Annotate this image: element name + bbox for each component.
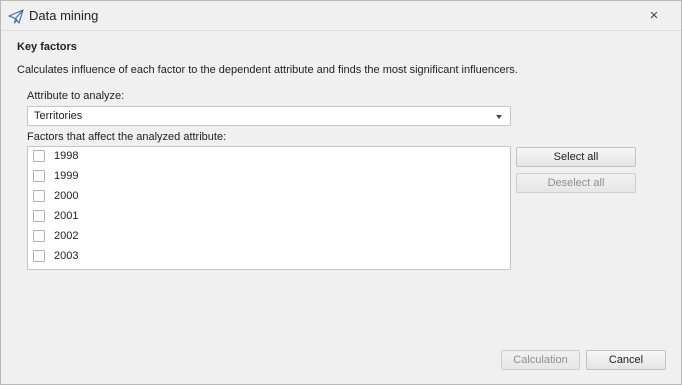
factor-label: 2002 — [54, 230, 79, 242]
chevron-down-icon[interactable] — [496, 115, 502, 119]
factor-label: 1999 — [54, 170, 79, 182]
close-icon[interactable]: × — [645, 7, 663, 25]
factor-item[interactable]: 2002 — [28, 227, 510, 247]
attribute-select-value: Territories — [34, 110, 83, 122]
factor-list: 1998 1999 2000 2001 2002 2003 — [27, 146, 511, 270]
factor-label: 1998 — [54, 150, 79, 162]
factor-checkbox[interactable] — [33, 150, 45, 162]
factor-label: 2001 — [54, 210, 79, 222]
deselect-all-button[interactable]: Deselect all — [516, 173, 636, 193]
factor-label: 2003 — [54, 250, 79, 262]
factor-checkbox[interactable] — [33, 250, 45, 262]
section-description: Calculates influence of each factor to t… — [17, 64, 518, 76]
window-title: Data mining — [29, 8, 99, 23]
calculation-button[interactable]: Calculation — [501, 350, 580, 370]
factor-checkbox[interactable] — [33, 210, 45, 222]
select-all-button[interactable]: Select all — [516, 147, 636, 167]
title-bar: Data mining × — [1, 1, 681, 31]
data-mining-dialog: Data mining × Key factors Calculates inf… — [0, 0, 682, 385]
attribute-select[interactable]: Territories — [27, 106, 511, 126]
section-title: Key factors — [17, 41, 77, 53]
factor-item[interactable]: 2001 — [28, 207, 510, 227]
factor-item[interactable]: 1998 — [28, 147, 510, 167]
factors-label: Factors that affect the analyzed attribu… — [27, 131, 227, 143]
factor-checkbox[interactable] — [33, 190, 45, 202]
paper-plane-icon — [8, 9, 24, 24]
cancel-button[interactable]: Cancel — [586, 350, 666, 370]
factor-item[interactable]: 1999 — [28, 167, 510, 187]
factor-checkbox[interactable] — [33, 170, 45, 182]
attribute-label: Attribute to analyze: — [27, 90, 125, 102]
factor-item[interactable]: 2000 — [28, 187, 510, 207]
factor-label: 2000 — [54, 190, 79, 202]
factor-checkbox[interactable] — [33, 230, 45, 242]
factor-item[interactable]: 2003 — [28, 247, 510, 267]
